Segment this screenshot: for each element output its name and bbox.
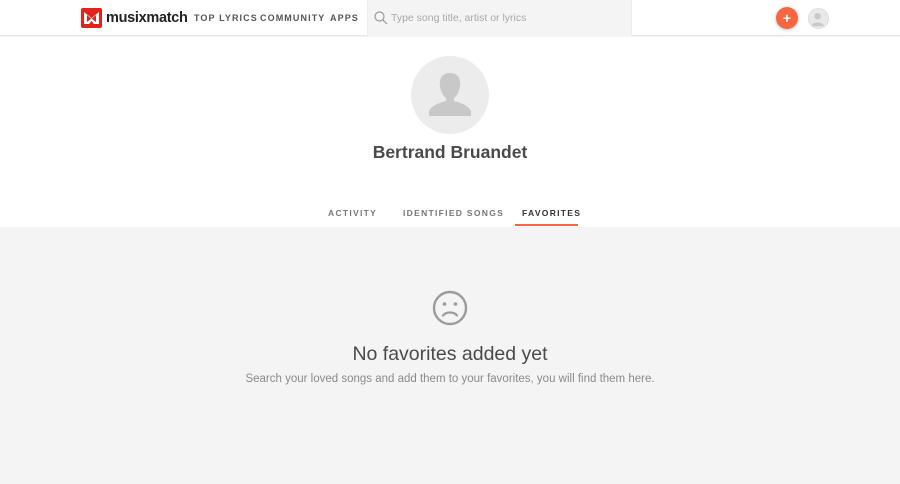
- empty-state-title: No favorites added yet: [352, 343, 548, 365]
- nav-apps[interactable]: APPS: [330, 13, 359, 23]
- profile-avatar: [411, 56, 489, 134]
- profile-section: Bertrand Bruandet ACTIVITY IDENTIFIED SO…: [0, 37, 900, 227]
- user-silhouette-icon: [429, 73, 471, 116]
- search-input[interactable]: [391, 9, 621, 27]
- tab-identified-songs[interactable]: IDENTIFIED SONGS: [403, 208, 504, 218]
- profile-name: Bertrand Bruandet: [372, 142, 528, 162]
- user-avatar[interactable]: [808, 8, 829, 29]
- active-tab-indicator: [515, 224, 578, 226]
- tab-favorites[interactable]: FAVORITES: [522, 208, 581, 218]
- tab-activity[interactable]: ACTIVITY: [328, 208, 377, 218]
- musixmatch-logo[interactable]: musixmatch: [81, 8, 188, 28]
- search-bar: [367, 0, 632, 36]
- top-header: musixmatch TOP LYRICS COMMUNITY APPS +: [0, 0, 900, 36]
- user-icon: [811, 12, 824, 27]
- musixmatch-logo-icon: [81, 8, 102, 28]
- logo-text: musixmatch: [106, 10, 188, 26]
- nav-top-lyrics[interactable]: TOP LYRICS: [194, 13, 258, 23]
- add-button[interactable]: +: [776, 7, 798, 29]
- search-icon[interactable]: [374, 11, 388, 25]
- nav-community[interactable]: COMMUNITY: [260, 13, 325, 23]
- empty-state-subtitle: Search your loved songs and add them to …: [245, 373, 655, 385]
- sad-face-icon: [432, 290, 468, 326]
